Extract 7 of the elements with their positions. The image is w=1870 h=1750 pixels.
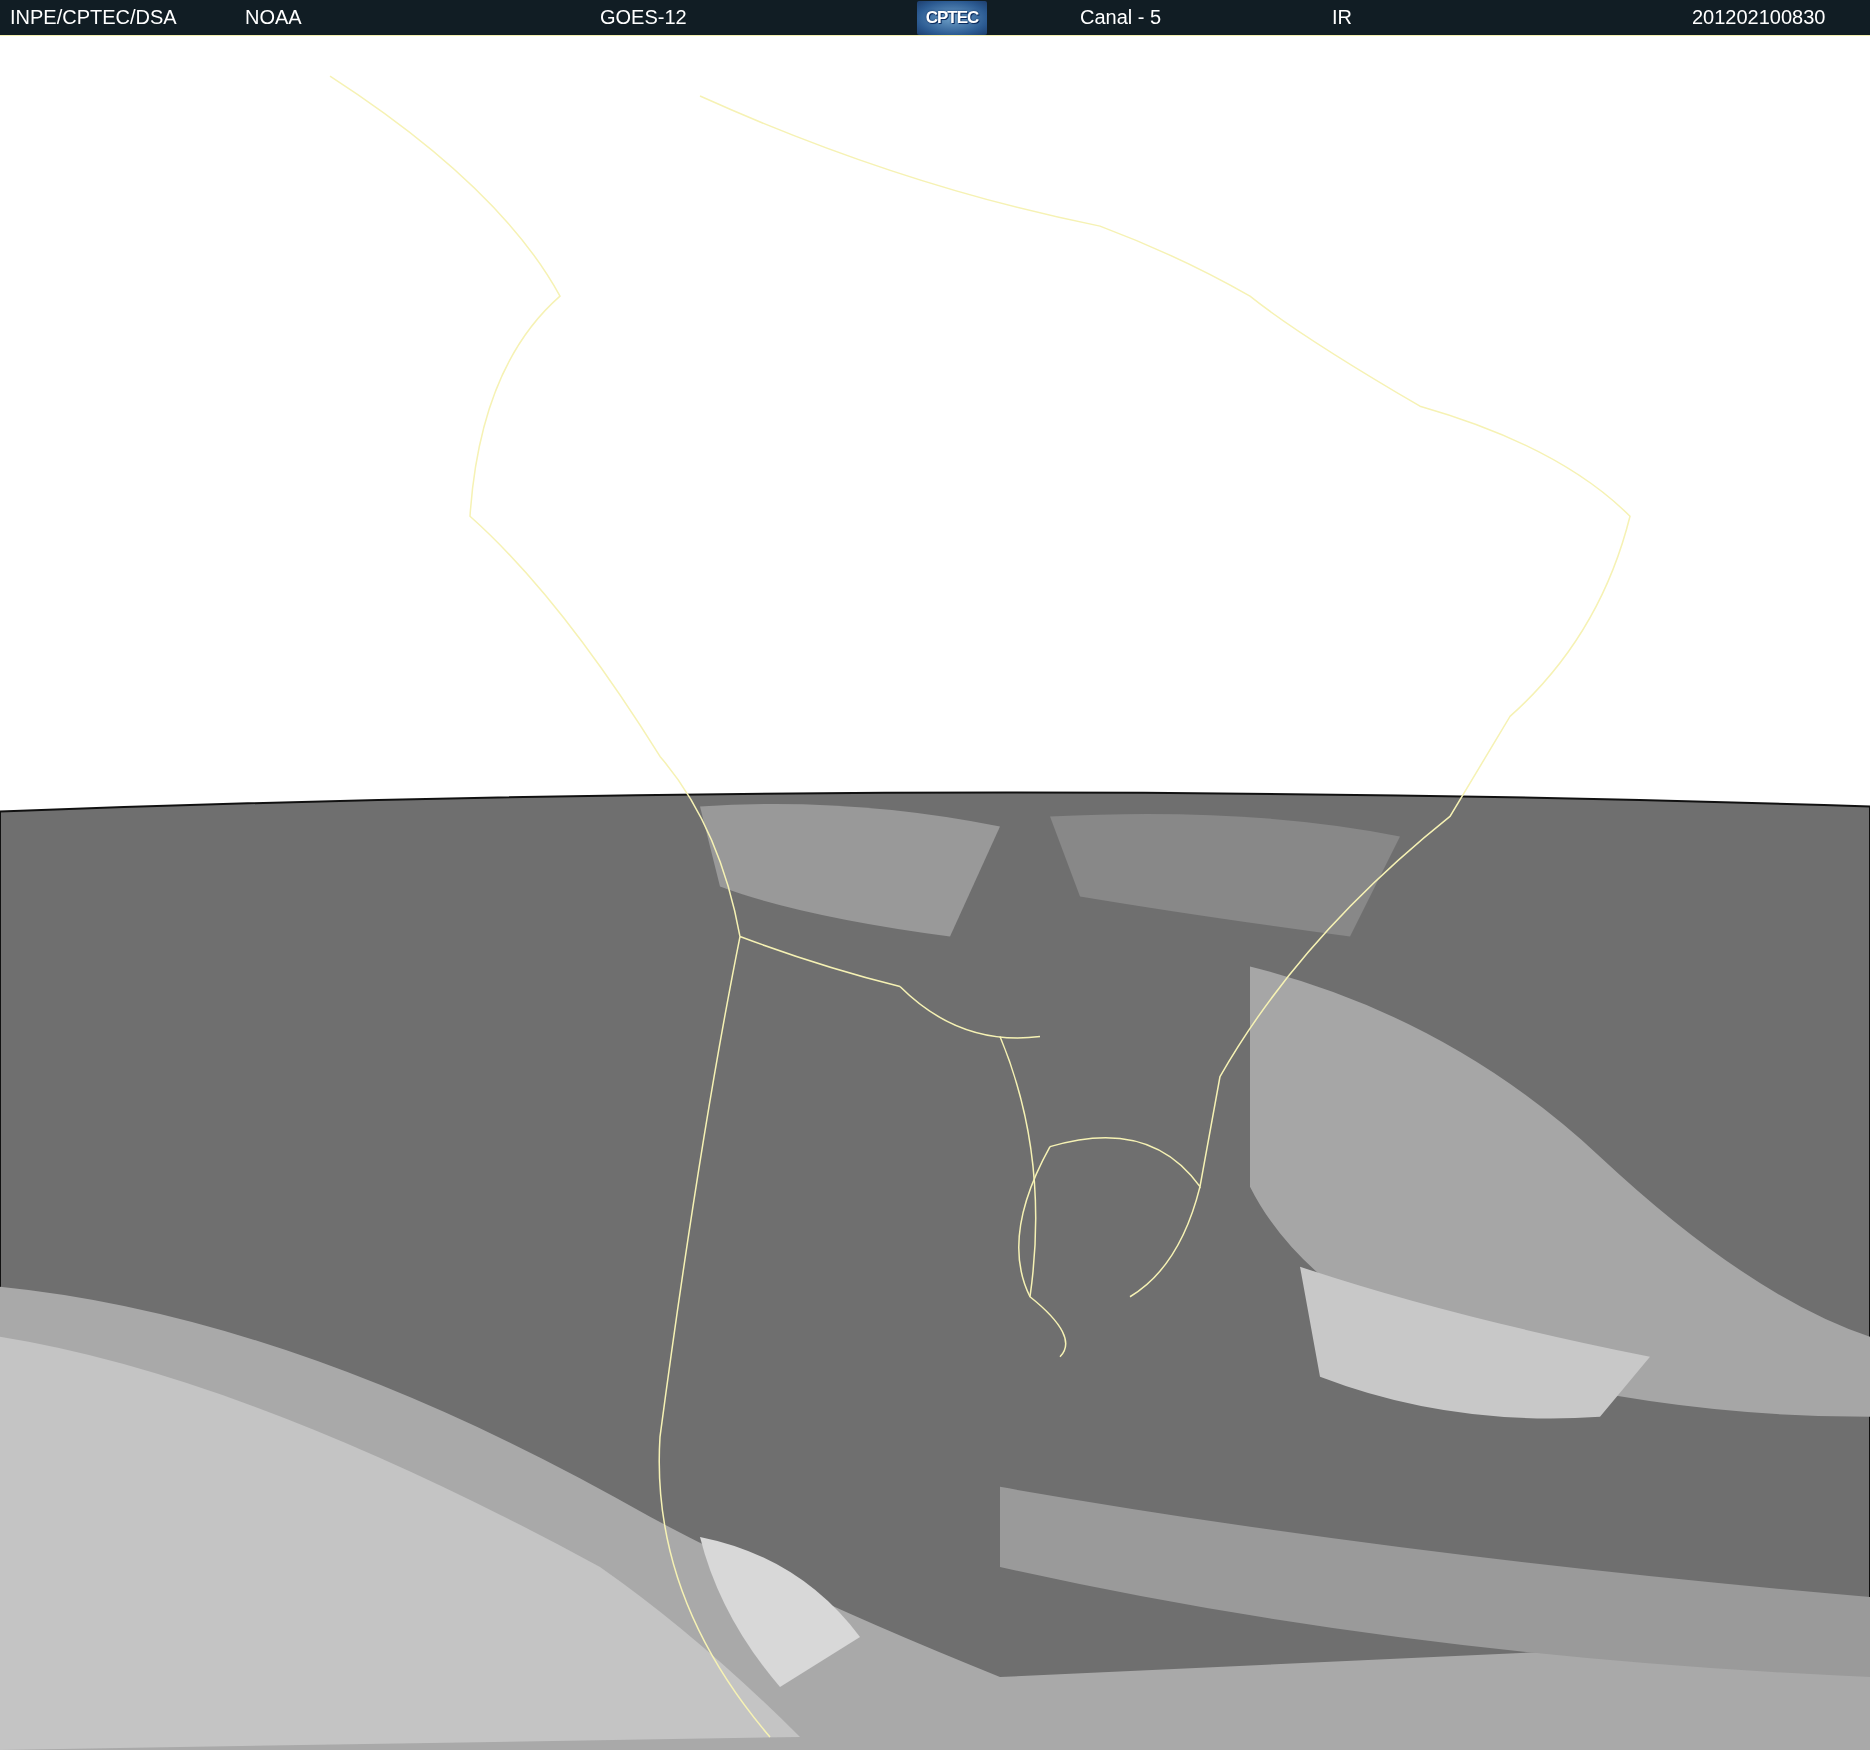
header-label: GOES-12 bbox=[600, 6, 688, 29]
header-label: NOAA bbox=[245, 6, 303, 29]
logo: CPTEC bbox=[917, 0, 987, 35]
header-label: IR bbox=[1332, 6, 1353, 29]
header-label: 201202100830 bbox=[1692, 6, 1827, 29]
header-label: Canal - 5 bbox=[1080, 6, 1163, 29]
header-label: INPE/CPTEC/DSA bbox=[10, 6, 178, 29]
